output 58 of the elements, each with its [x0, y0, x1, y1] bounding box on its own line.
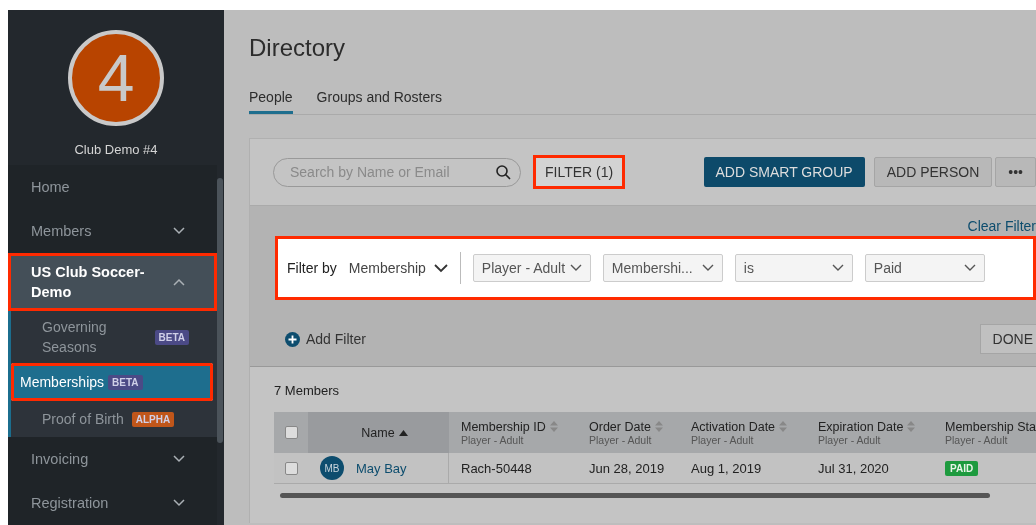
page-title: Directory: [249, 34, 346, 62]
table-cell: Jul 31, 2020: [818, 460, 889, 476]
chevron-down-icon: [569, 264, 582, 272]
column-header[interactable]: Activation Date Player - Adult: [679, 412, 806, 453]
plus-circle-icon: [285, 331, 300, 347]
club-logo: 4: [68, 30, 164, 126]
nav-item[interactable]: Home: [8, 165, 217, 209]
nav-item[interactable]: Invoicing: [8, 437, 217, 481]
member-link[interactable]: May Bay: [356, 460, 407, 476]
chevron-down-icon: [701, 264, 714, 272]
nav-badge: ALPHA: [131, 411, 175, 427]
field-dropdown[interactable]: Membership: [348, 260, 448, 276]
nav-subitem[interactable]: Proof of Birth ALPHA: [11, 401, 217, 437]
nav-subitem[interactable]: Memberships BETA: [11, 363, 213, 401]
member-count: 7 Members: [274, 383, 341, 398]
status-tag: PAID: [945, 460, 979, 476]
tab[interactable]: Groups and Rosters: [316, 82, 442, 114]
avatar: MB: [320, 456, 344, 480]
toolbar-button[interactable]: ADD PERSON: [873, 157, 993, 187]
filter-label: Filter by: [287, 260, 337, 276]
column-header[interactable]: Membership ID Player - Adult: [449, 412, 577, 453]
chevron-down-icon: [433, 263, 448, 273]
column-header[interactable]: Expiration Date Player - Adult: [806, 412, 933, 453]
filter-select[interactable]: Paid: [864, 254, 985, 282]
toolbar-button[interactable]: •••: [995, 157, 1036, 187]
scrollbar[interactable]: [280, 493, 990, 498]
nav-badge: BETA: [154, 329, 189, 345]
chevron-up-icon: [173, 278, 185, 286]
chevron-down-icon: [173, 227, 185, 235]
add-filter-button[interactable]: Add Filter: [285, 331, 366, 347]
nav-item[interactable]: Registration: [8, 481, 217, 525]
column-header[interactable]: Order Date Player - Adult: [577, 412, 679, 453]
nav-badge: BETA: [108, 374, 143, 390]
chevron-down-icon: [173, 499, 185, 507]
filter-select[interactable]: is: [734, 254, 853, 282]
table-cell: Jun 28, 2019: [589, 460, 665, 476]
filter-select[interactable]: Player - Adult: [472, 254, 591, 282]
tab[interactable]: People: [249, 82, 293, 114]
scrollbar[interactable]: [217, 178, 223, 443]
table-cell: Rach-50448: [461, 460, 532, 476]
table-cell: Aug 1, 2019: [691, 460, 762, 476]
checkbox[interactable]: [284, 426, 298, 439]
chevron-down-icon: [173, 455, 185, 463]
done-button[interactable]: DONE: [979, 324, 1036, 354]
nav-item[interactable]: Members: [8, 209, 217, 253]
nav-subitem[interactable]: Governing Seasons BETA: [11, 311, 217, 363]
column-header[interactable]: Name: [308, 412, 449, 453]
search-icon: [496, 164, 511, 180]
club-name: Club Demo #4: [74, 142, 158, 157]
filter-select[interactable]: Membershi...: [602, 254, 723, 282]
search-field[interactable]: Search by Name or Email: [273, 157, 521, 187]
nav-item[interactable]: US Club Soccer-Demo: [8, 253, 217, 311]
chevron-down-icon: [963, 264, 976, 272]
chevron-down-icon: [831, 264, 844, 272]
add-smart-group-button[interactable]: ADD SMART GROUP: [703, 157, 865, 187]
filter-button[interactable]: FILTER (1): [533, 155, 626, 189]
checkbox[interactable]: [284, 461, 298, 475]
clear-filter-link[interactable]: Clear Filter: [967, 218, 1036, 234]
